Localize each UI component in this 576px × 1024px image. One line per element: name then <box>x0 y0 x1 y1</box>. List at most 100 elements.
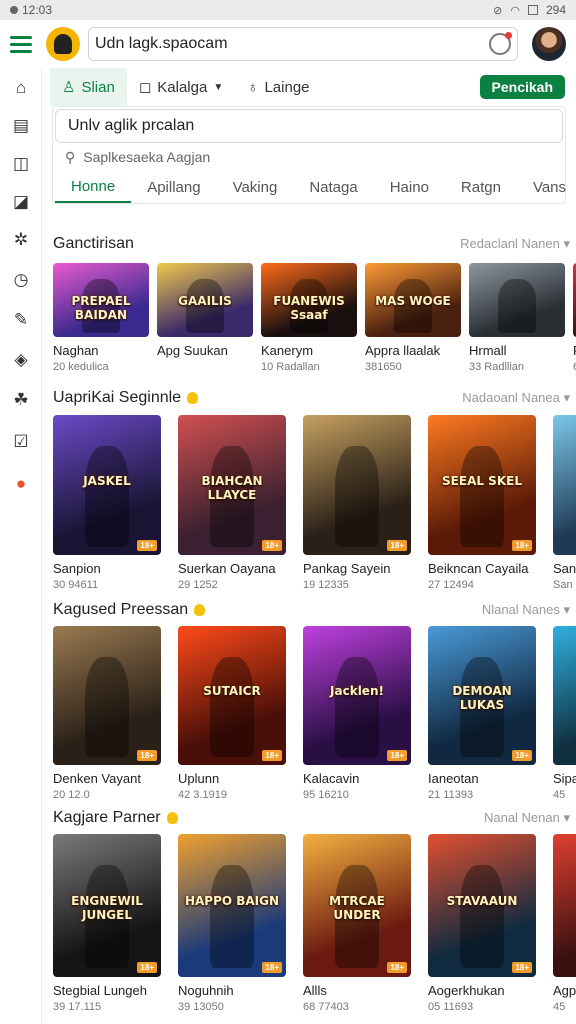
status-time: 12:03 <box>22 3 53 17</box>
game-card[interactable]: MTRCAE UNDER 18+ Allls 68 77403 <box>303 834 411 1013</box>
age-rating-badge: 18+ <box>137 750 157 761</box>
toolbar-item-2[interactable]: ♁ Lainge <box>235 68 321 106</box>
section-sort-link[interactable]: Redaclanl Nanen ▾ <box>460 236 570 252</box>
game-cover-image[interactable]: SUTAICR 18+ <box>178 626 286 765</box>
tab-4[interactable]: Haino <box>374 171 445 203</box>
clock-icon[interactable]: ◷ <box>11 270 31 290</box>
game-meta: 68 77403 <box>303 1001 349 1013</box>
poster-title: MAS WOGE <box>375 294 451 309</box>
primary-action-button[interactable]: Pencikah <box>479 75 565 99</box>
game-card[interactable]: STAVAAUN 18+ Aogerkhukan 05 11693 <box>428 834 536 1013</box>
toolbar-item-1[interactable]: ◻ Kalalga ▼ <box>127 68 235 106</box>
tag-icon[interactable]: ◈ <box>11 350 31 370</box>
section-sort-link[interactable]: Nlanal Nanes ▾ <box>482 602 570 618</box>
game-cover-image[interactable]: 18+ <box>303 415 411 555</box>
panel-icon[interactable]: ◫ <box>11 154 31 174</box>
game-card[interactable]: PREPAEL BAIDAN Naghan 20 kedulica <box>53 263 149 373</box>
game-card[interactable]: FUANEWIS Ssaaf Kanerym 10 Radallan <box>261 263 357 373</box>
game-card[interactable]: BIAHCAN LLAYCE 18+ Suerkan Oayana 29 1252 <box>178 415 286 591</box>
tab-5[interactable]: Ratgn <box>445 171 517 203</box>
game-name: Beikncan Cayaila <box>428 561 529 576</box>
poster-title: ENGNEWIL JUNGEL <box>71 894 143 923</box>
game-cover-image[interactable]: BIAHCAN LLAYCE 18+ <box>178 415 286 555</box>
game-name: Allls <box>303 983 327 998</box>
game-cover-image[interactable] <box>553 834 576 977</box>
toolbar-item-label: Kalalga <box>157 78 208 96</box>
game-card[interactable]: ENGNEWIL JUNGEL 18+ Stegbial Lungeh 39 17.1… <box>53 834 161 1013</box>
app-logo[interactable] <box>46 27 80 61</box>
game-cover-image[interactable] <box>553 415 576 555</box>
main-search-input[interactable]: Unlv aglik prcalan <box>55 109 563 143</box>
game-name: Aogerkhukan <box>428 983 505 998</box>
game-card[interactable]: Sipa 45 <box>553 626 576 801</box>
tab-6[interactable]: Vans <box>517 171 576 203</box>
game-card[interactable]: Hrmall 33 Radllian <box>469 263 565 373</box>
menu-icon[interactable] <box>10 31 36 57</box>
sub-search-text: Saplkesaeka Aagjan <box>83 149 211 165</box>
age-rating-badge: 18+ <box>137 540 157 551</box>
game-card[interactable]: JASKEL 18+ Sanpion 30 94611 <box>53 415 161 591</box>
hero-silhouette <box>210 865 254 969</box>
game-cover-image[interactable]: MTRCAE UNDER 18+ <box>303 834 411 977</box>
game-card[interactable]: Jacklen! 18+ Kalacavin 95 16210 <box>303 626 411 801</box>
game-cover-image[interactable]: 18+ <box>53 626 161 765</box>
section-title: UapriKai Seginnle <box>53 389 199 407</box>
section-title: Kagjare Parner <box>53 809 178 827</box>
user-avatar[interactable] <box>532 27 566 61</box>
left-navigation-rail: ⌂ ▤ ◫ ◪ ✲ ◷ ✎ ◈ ☘ ☑ ● <box>0 68 42 1024</box>
game-cover-image[interactable]: DEMOAN LUKAS 18+ <box>428 626 536 765</box>
game-cover-image[interactable] <box>469 263 565 337</box>
game-meta: 95 16210 <box>303 789 349 801</box>
game-card[interactable]: MAS WOGE Appra llaalak 381650 <box>365 263 461 373</box>
poster-title: MTRCAE UNDER <box>329 894 385 923</box>
tab-2[interactable]: Vaking <box>217 171 294 203</box>
game-cover-image[interactable]: SEEAL SKEL 18+ <box>428 415 536 555</box>
edit-icon[interactable]: ✎ <box>11 310 31 330</box>
section-title-text: UapriKai Seginnle <box>53 389 182 406</box>
tab-0[interactable]: Honne <box>55 171 132 203</box>
bulb-icon: ♁ <box>247 78 259 96</box>
game-meta: 10 Radallan <box>261 361 320 373</box>
game-cover-image[interactable]: HAPPO BAIGN 18+ <box>178 834 286 977</box>
voice-search-icon[interactable] <box>489 32 512 55</box>
check-badge-icon[interactable]: ☑ <box>11 432 31 452</box>
chart-icon[interactable]: ◪ <box>11 192 31 212</box>
game-cover-image[interactable]: STAVAAUN 18+ <box>428 834 536 977</box>
top-search-field[interactable]: Udn lagk.spaocam <box>88 27 518 61</box>
game-card[interactable]: SEEAL SKEL 18+ Beikncan Cayaila 27 12494 <box>428 415 536 591</box>
game-card[interactable]: 18+ Denken Vayant 20 12.0 <box>53 626 161 801</box>
tab-1[interactable]: Apillang <box>131 171 216 203</box>
game-cover-image[interactable]: GAAILIS <box>157 263 253 337</box>
home-icon[interactable]: ⌂ <box>11 78 31 98</box>
game-cover-image[interactable]: PREPAEL BAIDAN <box>53 263 149 337</box>
puzzle-icon[interactable]: ✲ <box>11 230 31 250</box>
game-cover-image[interactable]: FUANEWIS Ssaaf <box>261 263 357 337</box>
game-cover-image[interactable]: JASKEL 18+ <box>53 415 161 555</box>
game-meta: 33 Radllian <box>469 361 525 373</box>
section-header: Ganctirisan Redaclanl Nanen ▾ <box>53 233 576 255</box>
sub-search[interactable]: ⚲ Saplkesaeka Aagjan <box>65 147 210 167</box>
toolbar-item-0[interactable]: ♙ Slian <box>50 68 127 106</box>
section-sort-link[interactable]: Nanal Nenan ▾ <box>484 810 570 826</box>
tab-3[interactable]: Nataga <box>293 171 373 203</box>
game-meta: 20 kedulica <box>53 361 109 373</box>
game-card[interactable]: 18+ Pankag Sayein 19 12335 <box>303 415 411 591</box>
game-meta: 21 11393 <box>428 789 474 801</box>
hero-silhouette <box>85 656 129 757</box>
game-cover-image[interactable]: MAS WOGE <box>365 263 461 337</box>
game-card[interactable]: Agp 45 <box>553 834 576 1013</box>
store-icon[interactable]: ▤ <box>11 116 31 136</box>
record-icon[interactable]: ● <box>11 474 31 494</box>
game-card[interactable]: San San <box>553 415 576 591</box>
game-card[interactable]: HAPPO BAIGN 18+ Noguhnih 39 13050 <box>178 834 286 1013</box>
leaf-icon[interactable]: ☘ <box>11 390 31 410</box>
game-card[interactable]: GAAILIS Apg Suukan <box>157 263 253 358</box>
age-rating-badge: 18+ <box>137 962 157 973</box>
game-card[interactable]: DEMOAN LUKAS 18+ Ianeotan 21 11393 <box>428 626 536 801</box>
game-meta: 45 <box>553 789 566 801</box>
game-cover-image[interactable]: ENGNEWIL JUNGEL 18+ <box>53 834 161 977</box>
game-card[interactable]: SUTAICR 18+ Uplunn 42 3.1919 <box>178 626 286 801</box>
section-sort-link[interactable]: Nadaoanl Nanea ▾ <box>462 390 570 406</box>
game-cover-image[interactable] <box>553 626 576 765</box>
game-cover-image[interactable]: Jacklen! 18+ <box>303 626 411 765</box>
